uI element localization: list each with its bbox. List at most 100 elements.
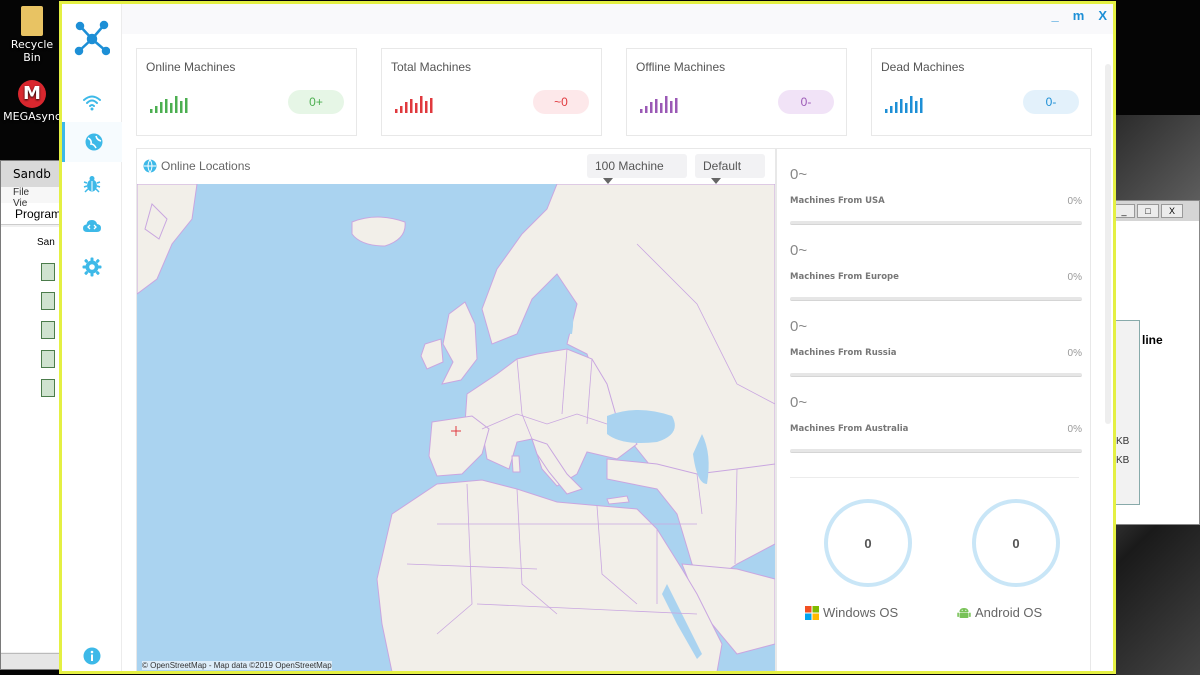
sidebar-item-about[interactable] [62,636,122,671]
region-percent: 0% [1067,196,1082,207]
sandboxie-menu: File Vie [1,187,61,209]
stat-card-dead: Dead Machines 0- [871,48,1092,136]
sidebar [62,4,122,671]
sandboxie-window[interactable]: Sandb File Vie Program San [0,160,62,670]
bar-sparkline-icon [150,96,188,113]
os-count-ring: 0 [972,499,1060,587]
sidebar-item-map[interactable] [62,122,122,162]
background-window-label: line [1142,333,1163,347]
region-percent: 0% [1067,424,1082,435]
tree-item[interactable] [41,263,55,281]
menu-file[interactable]: File [13,187,29,198]
caret-down-icon [603,177,613,184]
bar-sparkline-icon [640,96,678,113]
world-map[interactable]: © OpenStreetMap - Map data ©2019 OpenStr… [137,184,775,671]
sidebar-item-cloud[interactable] [62,206,122,246]
os-name: Android OS [975,605,1043,620]
stat-title: Online Machines [146,60,236,74]
megasync-label: MEGAsync [3,110,61,123]
map-title: Online Locations [161,159,251,173]
bg-close-button[interactable]: X [1161,204,1183,218]
bg-minimize-button[interactable]: _ [1113,204,1135,218]
region-progress-bar [790,221,1082,225]
region-label: Machines From Russia [790,348,897,358]
bar-sparkline-icon [885,96,923,113]
sidebar-item-settings[interactable] [62,247,122,287]
os-stat-android: 0 Android OS [953,499,1073,629]
sandboxie-column-header[interactable]: Program [1,203,61,225]
recycle-bin-shortcut[interactable]: Recycle Bin [2,6,62,64]
region-row-australia: 0~ Machines From Australia 0% [790,394,1082,462]
gear-icon [82,257,102,277]
region-label: Machines From Europe [790,272,899,282]
region-row-usa: 0~ Machines From USA 0% [790,166,1082,234]
stat-badge: 0+ [288,90,344,114]
globe-icon [143,159,157,173]
region-count: 0~ [790,394,808,411]
tree-item[interactable] [41,321,55,339]
os-name: Windows OS [823,605,899,620]
cloud-code-icon [83,220,101,232]
tree-item[interactable] [41,379,55,397]
minimize-button[interactable]: _ [1052,8,1059,23]
file-size: KB [1116,436,1130,447]
stat-badge: 0- [778,90,834,114]
sandbox-tree-root-label[interactable]: San [37,237,55,248]
os-count-ring: 0 [824,499,912,587]
bar-sparkline-icon [395,96,433,113]
title-bar[interactable]: _ m X [62,4,1113,34]
map-header: Online Locations 100 Machine Default [137,149,775,184]
region-progress-bar [790,297,1082,301]
region-count: 0~ [790,242,808,259]
recycle-bin-label: Recycle Bin [10,38,54,64]
sandboxie-tree[interactable]: San [1,227,61,652]
region-row-europe: 0~ Machines From Europe 0% [790,242,1082,310]
region-progress-bar [790,449,1082,453]
stat-title: Offline Machines [636,60,726,74]
machine-count-value: 100 Machine [595,159,664,173]
tree-item[interactable] [41,350,55,368]
stat-card-online: Online Machines 0+ [136,48,357,136]
stat-title: Dead Machines [881,60,965,74]
os-stat-windows: 0 Windows OS [805,499,925,629]
os-label: Windows OS [805,605,935,620]
caret-down-icon [711,177,721,184]
maximize-button[interactable]: m [1073,8,1085,23]
region-row-russia: 0~ Machines From Russia 0% [790,318,1082,386]
stat-badge: ~0 [533,90,589,114]
bug-icon [83,176,101,193]
background-window-titlebar: _ □ X [1111,201,1199,221]
vertical-scrollbar[interactable] [1105,64,1111,424]
megasync-icon: M [18,80,46,108]
os-label: Android OS [957,605,1087,620]
region-count: 0~ [790,318,808,335]
windows-icon [805,605,819,620]
window-controls: _ m X [1052,8,1107,23]
region-progress-bar [790,373,1082,377]
stat-card-total: Total Machines ~0 [381,48,602,136]
recycle-bin-icon [21,6,43,36]
region-label: Machines From Australia [790,424,909,434]
map-attribution[interactable]: © OpenStreetMap - Map data ©2019 OpenStr… [142,661,332,670]
stat-card-offline: Offline Machines 0- [626,48,847,136]
globe-icon [85,133,102,151]
android-icon [957,607,971,618]
megasync-shortcut[interactable]: M MEGAsync [2,80,62,123]
stat-title: Total Machines [391,60,472,74]
tree-item[interactable] [41,292,55,310]
divider [790,477,1079,478]
machine-count-dropdown[interactable]: 100 Machine [587,154,687,184]
bg-maximize-button[interactable]: □ [1137,204,1159,218]
map-tiles [137,184,775,671]
rat-dashboard-window[interactable]: _ m X Online Machines 0+ Total Machines … [59,1,1116,674]
region-percent: 0% [1067,272,1082,283]
close-button[interactable]: X [1098,8,1107,23]
sidebar-item-payloads[interactable] [62,164,122,204]
map-style-dropdown[interactable]: Default [695,154,765,184]
region-stats-panel: 0~ Machines From USA 0% 0~ Machines From… [776,148,1091,671]
background-inner-window[interactable] [1112,320,1140,505]
sidebar-item-connections[interactable] [62,82,122,122]
horizontal-scrollbar[interactable] [1,653,61,669]
info-icon [83,647,101,665]
file-size: KB [1116,455,1130,466]
